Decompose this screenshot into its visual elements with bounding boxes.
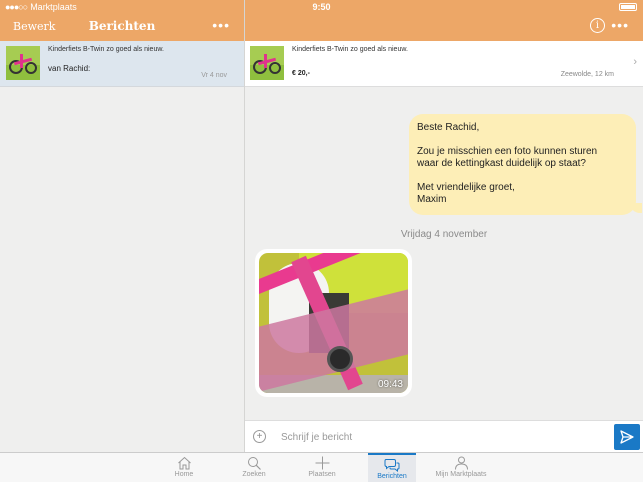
chat-panel: Kinderfiets B-Twin zo goed als nieuw. € … [245,41,643,420]
outgoing-message: Beste Rachid, Zou je misschien een foto … [409,114,642,215]
message-line: Beste Rachid, [417,122,480,133]
plus-icon [315,456,329,470]
conversation-date: Vr 4 nov [201,72,227,79]
send-button[interactable] [614,424,640,450]
tab-bar: Home Zoeken Plaatsen Berichten Mijn Mark… [0,452,643,482]
battery-icon [619,3,637,11]
chain-guard-photo[interactable]: 09:43 [259,253,408,393]
listing-title: Kinderfiets B-Twin zo goed als nieuw. [292,46,408,53]
top-bar: ●●●○○ Marktplaats 9:50 Bewerk Berichten •… [0,0,643,41]
page-title: Berichten [88,19,156,33]
conversation-sender: van Rachid: [48,64,91,73]
listing-location: Zeewolde, 12 km [560,71,614,78]
tab-label: Home [174,471,194,478]
chat-icon [384,459,400,472]
user-icon [454,456,468,470]
search-icon [247,457,261,470]
status-bar: ●●●○○ Marktplaats 9:50 [0,0,643,14]
listing-card[interactable]: Kinderfiets B-Twin zo goed als nieuw. € … [245,41,643,87]
info-icon[interactable]: i [590,18,605,33]
tab-label: Mijn Marktplaats [435,471,487,478]
conversation-item[interactable]: Kinderfiets B-Twin zo goed als nieuw. va… [0,41,244,87]
conversation-list: Kinderfiets B-Twin zo goed als nieuw. va… [0,41,244,452]
status-time: 9:50 [312,2,331,12]
tab-label: Zoeken [242,471,266,478]
chevron-right-icon: › [633,56,637,68]
tab-place[interactable]: Plaatsen [302,453,342,482]
home-icon [177,456,191,470]
incoming-photo-message[interactable]: 09:43 [255,249,412,397]
day-separator: Vrijdag 4 november [400,229,488,240]
tab-label: Plaatsen [308,471,336,478]
conversation-thumbnail [6,46,40,80]
compose-bar: + [245,420,643,452]
listing-price: € 20,- [292,70,310,77]
tab-messages[interactable]: Berichten [368,453,416,482]
message-input[interactable] [281,429,601,445]
tab-home[interactable]: Home [164,453,204,482]
more-options-icon[interactable]: ••• [212,17,230,33]
conversations-header: Bewerk Berichten ••• [0,14,244,41]
message-line: Maxim [417,194,447,205]
add-attachment-icon[interactable]: + [253,430,266,443]
chat-more-options-icon[interactable]: ••• [611,17,629,33]
photo-timestamp: 09:43 [377,379,403,390]
tab-search[interactable]: Zoeken [234,453,274,482]
message-line: Met vriendelijke groet, [417,182,515,193]
message-line: waar de kettingkast duidelijk op staat? [417,158,586,169]
send-icon [620,430,634,444]
listing-thumbnail [250,46,284,80]
tab-my-marktplaats[interactable]: Mijn Marktplaats [432,453,490,482]
chat-header: i ••• [245,14,643,41]
conversation-subject: Kinderfiets B-Twin zo goed als nieuw. [48,46,164,53]
bubble-tail [630,203,642,213]
tab-label: Berichten [377,473,407,480]
message-line: Zou je misschien een foto kunnen sturen [417,146,598,157]
